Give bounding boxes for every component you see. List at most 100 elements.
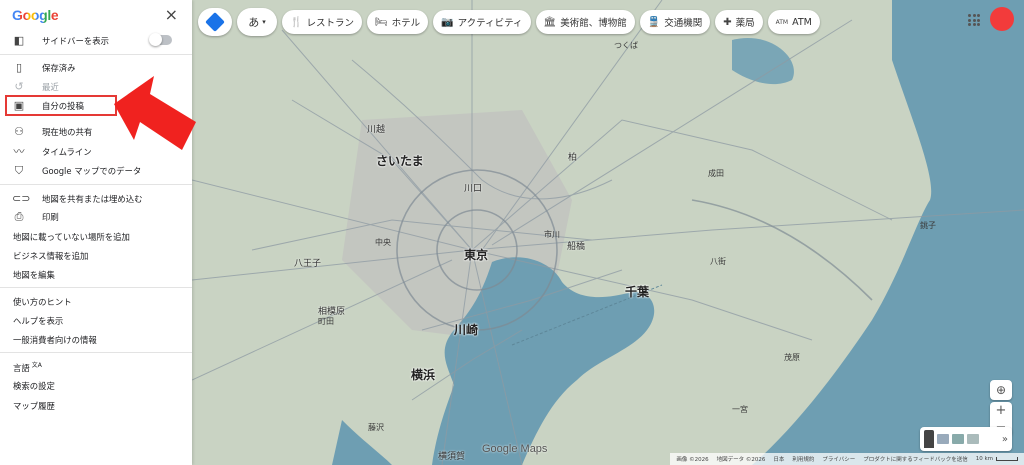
- city-label-yokosuka[interactable]: 横須賀: [438, 449, 465, 462]
- menu-item-share-embed[interactable]: ⊂⊃ 地図を共有または埋め込む: [0, 189, 192, 208]
- menu-item-add-missing-place[interactable]: 地図に載っていない場所を追加: [0, 227, 192, 246]
- layers-control[interactable]: »: [920, 427, 1012, 451]
- menu-item-help[interactable]: ヘルプを表示: [0, 311, 192, 330]
- chip-hotels[interactable]: 🛏 ホテル: [366, 10, 429, 34]
- city-label-funabashi[interactable]: 船橋: [567, 239, 585, 252]
- menu-item-label: タイムライン: [42, 146, 92, 157]
- map-graphic: [192, 0, 1024, 465]
- menu-item-label: 最近: [42, 81, 59, 92]
- menu-item-label: 地図に載っていない場所を追加: [13, 231, 130, 242]
- layer-thumb-3[interactable]: [967, 434, 979, 444]
- privacy-link[interactable]: プライバシー: [822, 455, 855, 463]
- chip-pharmacy[interactable]: ✚ 薬局: [715, 10, 763, 34]
- city-label-chuo[interactable]: 中央: [375, 237, 391, 248]
- map-footer: 画像 ©2026 地図データ ©2026 日本 利用規約 プライバシー プロダク…: [670, 453, 1024, 465]
- menu-item-label: 使い方のヒント: [13, 296, 72, 307]
- map-canvas[interactable]: さいたま 東京 千葉 川崎 横浜 川口 八王子 船橋 川越 柏 相模原 横須賀 …: [192, 0, 1024, 465]
- zoom-in-button[interactable]: +: [996, 403, 1007, 418]
- city-label-ichikawa[interactable]: 市川: [544, 229, 560, 240]
- transit-icon: 🚆: [647, 16, 661, 28]
- directions-button[interactable]: [198, 8, 232, 36]
- bookmark-icon: ▯: [15, 61, 23, 74]
- menu-item-language[interactable]: 言語 文A: [0, 357, 192, 376]
- chip-museums[interactable]: 🏛 美術館、博物館: [535, 10, 635, 34]
- translate-icon: 文A: [31, 361, 42, 369]
- annotation-arrow: [114, 76, 196, 150]
- menu-item-label: 印刷: [42, 211, 59, 222]
- chip-transit[interactable]: 🚆 交通機関: [639, 10, 711, 34]
- sidebar-icon: ◧: [13, 34, 25, 47]
- menu-item-tips[interactable]: 使い方のヒント: [0, 292, 192, 311]
- city-label-yachimata[interactable]: 八街: [710, 256, 726, 267]
- city-label-kawasaki[interactable]: 川崎: [454, 321, 478, 338]
- menu-item-label: ヘルプを表示: [13, 315, 64, 326]
- restaurant-icon: 🍴: [290, 16, 303, 28]
- city-label-kawaguchi[interactable]: 川口: [464, 181, 482, 194]
- city-label-kawagoe[interactable]: 川越: [367, 122, 385, 135]
- divider: [0, 287, 192, 288]
- google-maps-logo: Google Maps: [482, 443, 548, 455]
- city-label-tsukuba[interactable]: つくば: [614, 40, 638, 51]
- layer-thumb-1[interactable]: [937, 434, 949, 444]
- pharmacy-icon: ✚: [723, 16, 732, 28]
- menu-item-print[interactable]: ⎙ 印刷: [0, 207, 192, 226]
- menu-item-edit-map[interactable]: 地図を編集: [0, 265, 192, 284]
- chip-restaurants[interactable]: 🍴 レストラン: [282, 10, 362, 34]
- menu-item-search-settings[interactable]: 検索の設定: [0, 376, 192, 395]
- chip-label: レストラン: [306, 18, 354, 29]
- history-icon: ↺: [14, 80, 24, 93]
- google-logo: Google: [12, 7, 59, 23]
- divider: [0, 184, 192, 185]
- city-label-hachioji[interactable]: 八王子: [294, 256, 321, 269]
- language-label: 言語: [13, 362, 30, 373]
- my-location-button[interactable]: ⊕: [990, 380, 1012, 400]
- divider: [0, 352, 192, 353]
- city-label-yokohama[interactable]: 横浜: [411, 366, 435, 383]
- menu-item-maps-history[interactable]: マップ履歴: [0, 396, 192, 415]
- city-label-kashiwa[interactable]: 柏: [568, 150, 577, 163]
- annotation-highlight-box: [5, 95, 117, 116]
- link-icon: ⊂⊃: [12, 192, 31, 205]
- scale-bar[interactable]: 10 km: [976, 456, 1018, 462]
- chip-atm[interactable]: ATM ATM: [767, 10, 820, 34]
- sidebar-toggle[interactable]: [149, 33, 172, 46]
- close-sidebar-button[interactable]: ×: [165, 5, 178, 24]
- terms-link[interactable]: 利用規約: [792, 455, 814, 463]
- menu-item-label: マップ履歴: [13, 400, 55, 411]
- menu-item-your-data[interactable]: ⛉ Google マップでのデータ: [0, 161, 192, 180]
- chip-label: 美術館、博物館: [560, 18, 627, 29]
- menu-item-label: 一般消費者向けの情報: [13, 334, 97, 345]
- menu-item-label: サイドバーを表示: [42, 35, 109, 46]
- chevron-up-icon[interactable]: »: [1002, 434, 1008, 445]
- atm-icon: ATM: [775, 18, 789, 26]
- city-label-mobara[interactable]: 茂原: [784, 352, 800, 363]
- google-apps-icon[interactable]: [968, 14, 980, 26]
- chevron-down-icon: ▾: [262, 18, 266, 26]
- city-label-narita[interactable]: 成田: [708, 168, 724, 179]
- print-icon: ⎙: [14, 210, 24, 223]
- layer-thumb-2[interactable]: [952, 434, 964, 444]
- city-label-chiba[interactable]: 千葉: [625, 283, 649, 300]
- menu-item-label: 保存済み: [42, 62, 76, 73]
- region-link[interactable]: 日本: [773, 455, 784, 463]
- museum-icon: 🏛: [543, 16, 557, 28]
- close-icon: ×: [164, 5, 178, 24]
- city-label-fujisawa[interactable]: 藤沢: [368, 422, 384, 433]
- city-label-machida[interactable]: 町田: [318, 316, 334, 327]
- account-avatar[interactable]: [990, 7, 1014, 31]
- city-label-tokyo[interactable]: 東京: [464, 246, 488, 263]
- menu-item-label: 地図を共有または埋め込む: [42, 193, 143, 204]
- feedback-link[interactable]: プロダクトに関するフィードバックを送信: [863, 455, 967, 463]
- city-label-chosei[interactable]: 一宮: [732, 404, 748, 415]
- input-tools-button[interactable]: あ ▾: [237, 8, 277, 36]
- pegman-icon[interactable]: [924, 430, 934, 448]
- city-label-choshi[interactable]: 銚子: [920, 220, 936, 231]
- city-label-saitama[interactable]: さいたま: [376, 152, 424, 169]
- menu-item-consumer-info[interactable]: 一般消費者向けの情報: [0, 330, 192, 349]
- menu-item-label: 現在地の共有: [42, 126, 93, 137]
- chip-activities[interactable]: 📷 アクティビティ: [433, 10, 531, 34]
- menu-item-add-business[interactable]: ビジネス情報を追加: [0, 246, 192, 265]
- directions-icon: [205, 12, 225, 32]
- map-data-credit: 地図データ ©2026: [716, 457, 766, 463]
- shield-icon: ⛉: [14, 164, 24, 177]
